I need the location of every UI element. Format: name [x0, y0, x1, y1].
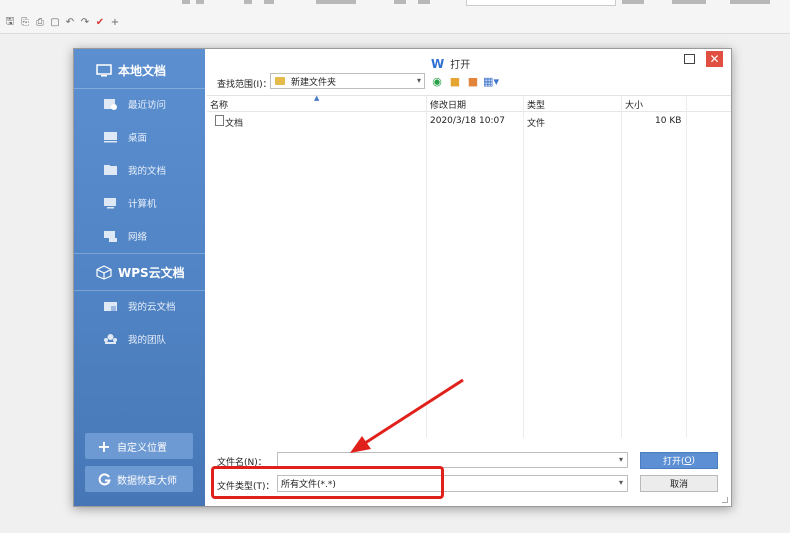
dialog-sidebar: 本地文档 最近访问 桌面 我的文档 计算机 网络 WPS云文档 我的云文档 我的…	[74, 49, 205, 506]
sidebar-item-label: 计算机	[128, 199, 157, 210]
toolbar-top-row	[0, 0, 790, 10]
cloud-docs-icon	[103, 300, 118, 312]
file-list-header: 名称 ▲ 修改日期 类型 大小	[207, 94, 731, 112]
folder-icon	[275, 77, 285, 85]
monitor-icon	[96, 63, 112, 77]
close-button[interactable]: ✕	[706, 51, 723, 67]
up-folder-icon[interactable]: ■	[449, 75, 461, 88]
cloud-cube-icon	[96, 264, 112, 280]
sidebar-item-label: 网络	[128, 232, 148, 243]
column-name[interactable]: 名称	[210, 98, 228, 111]
wps-cloud-label: WPS云文档	[118, 265, 185, 280]
local-docs-header[interactable]: 本地文档	[74, 52, 205, 88]
file-modified: 2020/3/18 10:07	[430, 116, 505, 126]
table-row[interactable]: 文档 2020/3/18 10:07 文件 10 KB	[207, 114, 731, 129]
column-type[interactable]: 类型	[527, 98, 545, 111]
recent-icon	[103, 98, 118, 110]
network-icon	[103, 230, 118, 242]
custom-location-label: 自定义位置	[117, 442, 167, 454]
dialog-title-bar: W 打开	[431, 56, 471, 72]
sidebar-item-my-cloud-docs[interactable]: 我的云文档	[74, 291, 205, 321]
sidebar-item-recent[interactable]: 最近访问	[74, 89, 205, 119]
sidebar-item-label: 桌面	[128, 133, 148, 144]
sidebar-item-label: 我的团队	[128, 335, 167, 346]
data-recovery-button[interactable]: 数据恢复大师	[85, 466, 193, 492]
sort-asc-icon: ▲	[314, 94, 320, 102]
column-divider	[426, 96, 427, 438]
open-button[interactable]: 打开(O)	[640, 452, 718, 469]
look-in-label: 查找范围(I)：	[217, 80, 272, 90]
preview-icon[interactable]: ▢	[49, 16, 61, 28]
sidebar-item-computer[interactable]: 计算机	[74, 188, 205, 218]
recovery-g-icon	[97, 472, 111, 486]
toolbar-search-box[interactable]	[466, 0, 616, 6]
quick-access-bar: 🖫 ⎘ ⎙ ▢ ↶ ↷ ✔ +	[4, 14, 121, 30]
open-button-hotkey: O	[684, 455, 692, 466]
view-menu-icon[interactable]: ▦▾	[483, 75, 499, 88]
open-button-label: 打开(	[662, 457, 685, 467]
sidebar-item-network[interactable]: 网络	[74, 221, 205, 251]
resize-grip[interactable]	[722, 497, 728, 503]
file-type: 文件	[527, 119, 546, 129]
sidebar-item-label: 我的文档	[128, 166, 167, 177]
look-in-select[interactable]: 新建文件夹 ▾	[270, 73, 425, 89]
wps-cloud-header[interactable]: WPS云文档	[74, 254, 205, 290]
sidebar-item-label: 最近访问	[128, 100, 167, 111]
custom-location-button[interactable]: + 自定义位置	[85, 433, 193, 459]
add-icon[interactable]: +	[109, 16, 121, 28]
undo-icon[interactable]: ↶	[64, 16, 76, 28]
chevron-down-icon: ▾	[416, 76, 421, 85]
local-docs-label: 本地文档	[118, 63, 167, 78]
wps-logo-icon: W	[431, 56, 445, 71]
maximize-button[interactable]	[684, 54, 695, 64]
team-icon	[103, 333, 118, 345]
nav-toolbar: ◉ ■ ■ ▦▾	[431, 75, 499, 88]
highlight-box	[211, 466, 444, 499]
column-size[interactable]: 大小	[625, 98, 643, 111]
column-divider	[621, 96, 622, 438]
file-name: 文档	[225, 119, 244, 129]
data-recovery-label: 数据恢复大师	[117, 475, 177, 487]
sidebar-item-label: 我的云文档	[128, 302, 176, 313]
print-icon[interactable]: ⎙	[34, 16, 46, 28]
open-file-dialog: 本地文档 最近访问 桌面 我的文档 计算机 网络 WPS云文档 我的云文档 我的…	[73, 48, 732, 507]
sidebar-item-documents[interactable]: 我的文档	[74, 155, 205, 185]
export-icon[interactable]: ⎘	[19, 16, 31, 28]
app-toolbar: 🖫 ⎘ ⎙ ▢ ↶ ↷ ✔ +	[0, 0, 790, 34]
dialog-title: 打开	[450, 60, 471, 71]
sidebar-item-desktop[interactable]: 桌面	[74, 122, 205, 152]
documents-icon	[103, 164, 118, 176]
file-list: 名称 ▲ 修改日期 类型 大小 文档 2020/3/18 10:07 文件 10…	[207, 94, 731, 438]
computer-icon	[103, 197, 118, 209]
column-divider	[523, 96, 524, 438]
chevron-down-icon: ▾	[618, 478, 623, 487]
document-icon	[215, 115, 224, 126]
chevron-down-icon: ▾	[618, 455, 623, 464]
sidebar-item-my-team[interactable]: 我的团队	[74, 324, 205, 354]
cancel-button[interactable]: 取消	[640, 475, 718, 492]
redo-icon[interactable]: ↷	[79, 16, 91, 28]
new-folder-icon[interactable]: ■	[467, 75, 479, 88]
file-size: 10 KB	[655, 116, 682, 126]
look-in-value: 新建文件夹	[291, 77, 337, 88]
desktop-icon	[103, 131, 118, 143]
back-icon[interactable]: ◉	[431, 75, 443, 88]
column-divider	[686, 96, 687, 438]
plus-icon: +	[97, 436, 111, 456]
open-button-suffix: )	[691, 455, 696, 466]
customize-icon[interactable]: ✔	[94, 16, 106, 28]
save-icon[interactable]: 🖫	[4, 16, 16, 28]
column-modified[interactable]: 修改日期	[430, 98, 466, 111]
